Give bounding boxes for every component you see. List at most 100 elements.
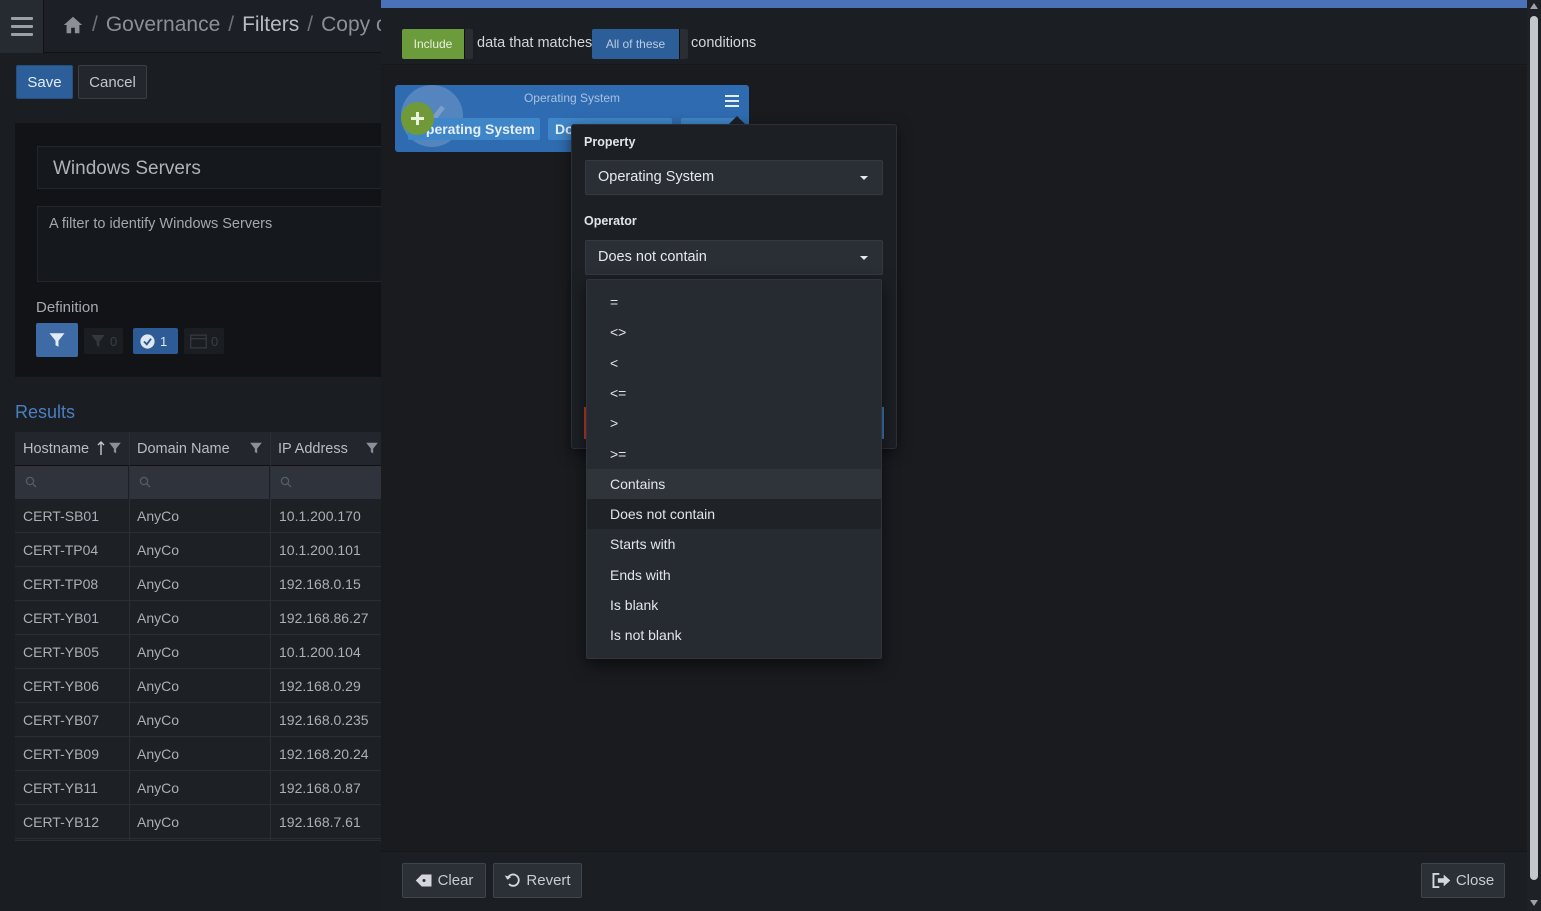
domain-cell: AnyCo	[137, 610, 180, 626]
operator-option[interactable]: =	[587, 287, 881, 317]
ip-cell: 192.168.7.61	[279, 814, 361, 830]
operator-select[interactable]: Does not contain	[585, 240, 883, 275]
table-row[interactable]: CERT-SB01 AnyCo 10.1.200.170	[15, 499, 381, 533]
operator-option[interactable]: >=	[587, 439, 881, 469]
modal-body	[381, 66, 1527, 851]
table-row[interactable]: CERT-TP08 AnyCo 192.168.0.15	[15, 567, 381, 601]
ip-cell: 192.168.0.29	[279, 678, 361, 694]
clear-label: Clear	[437, 872, 474, 889]
condition-menu-icon[interactable]	[725, 95, 739, 107]
scroll-up-arrow-icon[interactable]	[1530, 3, 1538, 9]
hostname-cell: CERT-SB01	[23, 508, 99, 524]
sort-asc-icon[interactable]	[97, 441, 105, 456]
save-button[interactable]: Save	[16, 65, 73, 99]
operator-option[interactable]: Starts with	[587, 529, 881, 559]
home-icon[interactable]	[62, 14, 84, 36]
search-icon	[25, 476, 37, 488]
hostname-cell: CERT-YB11	[23, 780, 98, 796]
domain-search-input[interactable]	[129, 466, 270, 499]
toggle-knob	[679, 29, 688, 59]
table-row[interactable]: CERT-YB06 AnyCo 192.168.0.29	[15, 669, 381, 703]
table-row[interactable]: CERT-YB07 AnyCo 192.168.0.235	[15, 703, 381, 737]
chevron-down-icon	[860, 256, 868, 260]
column-header-ip[interactable]: IP Address	[278, 441, 348, 457]
table-row[interactable]: CERT-YB05 AnyCo 10.1.200.104	[15, 635, 381, 669]
cancel-button[interactable]: Cancel	[78, 65, 147, 99]
edit-filter-button[interactable]	[36, 323, 78, 357]
hostname-search-input[interactable]	[15, 466, 129, 499]
table-row[interactable]: CERT-YB09 AnyCo 192.168.20.24	[15, 737, 381, 771]
ip-cell: 192.168.0.87	[279, 780, 361, 796]
revert-button[interactable]: Revert	[493, 863, 582, 898]
filter-count-chip[interactable]: 0	[84, 328, 124, 354]
breadcrumb-separator: /	[228, 13, 235, 36]
domain-cell: AnyCo	[137, 678, 180, 694]
match-mode-toggle[interactable]: All of these	[592, 29, 688, 59]
breadcrumb-filters[interactable]: Filters	[242, 13, 299, 37]
ip-cell: 192.168.0.15	[279, 576, 361, 592]
domain-cell: AnyCo	[137, 746, 180, 762]
ip-cell: 192.168.86.27	[279, 610, 369, 626]
grid-search-row	[15, 466, 381, 499]
operator-option[interactable]: Is blank	[587, 590, 881, 620]
operator-option[interactable]: <=	[587, 378, 881, 408]
operator-option[interactable]: Does not contain	[587, 499, 881, 529]
include-toggle[interactable]: Include	[402, 29, 473, 59]
grid-header: Hostname Domain Name IP Address	[15, 432, 381, 466]
table-row[interactable]: CERT-YB11 AnyCo 192.168.0.87	[15, 771, 381, 805]
table-icon	[190, 333, 207, 349]
modal-accent-bar	[381, 0, 1527, 8]
search-icon	[139, 476, 151, 488]
breadcrumb-separator: /	[307, 13, 314, 36]
table-count-chip[interactable]: 0	[184, 328, 225, 354]
conditions-text: conditions	[691, 35, 757, 51]
domain-cell: AnyCo	[137, 814, 180, 830]
condition-count: 1	[160, 333, 168, 349]
filter-description-input[interactable]: A filter to identify Windows Servers	[37, 206, 381, 282]
column-header-hostname[interactable]: Hostname	[23, 441, 89, 457]
close-button[interactable]: Close	[1421, 863, 1505, 898]
modal-header: Include data that matches All of these c…	[381, 8, 1527, 65]
check-circle-icon	[140, 333, 155, 349]
table-row[interactable]: CERT-YB12 AnyCo 192.168.7.61	[15, 805, 381, 839]
operator-option[interactable]: <>	[587, 317, 881, 347]
hostname-cell: CERT-YB01	[23, 610, 99, 626]
add-condition-button[interactable]	[401, 102, 434, 135]
revert-label: Revert	[526, 872, 571, 889]
ip-cell: 10.1.200.101	[279, 542, 361, 558]
funnel-icon	[91, 335, 105, 347]
column-header-domain[interactable]: Domain Name	[137, 441, 230, 457]
sign-out-icon	[1432, 872, 1451, 889]
hostname-cell: CERT-YB05	[23, 644, 99, 660]
condition-count-chip[interactable]: 1	[133, 328, 178, 354]
hostname-cell: CERT-TP08	[23, 576, 99, 592]
scrollbar-thumb[interactable]	[1530, 16, 1538, 880]
hostname-cell: CERT-YB12	[23, 814, 99, 830]
operator-option[interactable]: >	[587, 408, 881, 438]
domain-cell: AnyCo	[137, 780, 180, 796]
column-filter-icon[interactable]	[249, 441, 263, 455]
operator-option[interactable]: Contains	[587, 469, 881, 499]
property-label: Property	[584, 135, 636, 149]
hostname-cell: CERT-TP04	[23, 542, 99, 558]
operator-option[interactable]: Is not blank	[587, 620, 881, 650]
column-filter-icon[interactable]	[108, 441, 122, 455]
property-select[interactable]: Operating System	[585, 160, 883, 195]
domain-cell: AnyCo	[137, 542, 180, 558]
funnel-icon	[49, 333, 65, 347]
operator-option[interactable]: <	[587, 348, 881, 378]
matches-text: data that matches	[477, 35, 593, 51]
hamburger-menu-icon[interactable]	[0, 0, 44, 53]
operator-label: Operator	[584, 214, 637, 228]
breadcrumb-governance[interactable]: Governance	[106, 13, 220, 37]
grid-footer	[15, 840, 381, 911]
filter-name-input[interactable]: Windows Servers	[37, 146, 381, 189]
ip-search-input[interactable]	[270, 466, 381, 499]
clear-button[interactable]: Clear	[402, 863, 486, 898]
table-row[interactable]: CERT-YB01 AnyCo 192.168.86.27	[15, 601, 381, 635]
scroll-down-arrow-icon[interactable]	[1530, 900, 1538, 906]
table-row[interactable]: CERT-TP04 AnyCo 10.1.200.101	[15, 533, 381, 567]
operator-option[interactable]: Ends with	[587, 560, 881, 590]
include-toggle-label: Include	[402, 29, 464, 59]
column-filter-icon[interactable]	[365, 441, 379, 455]
